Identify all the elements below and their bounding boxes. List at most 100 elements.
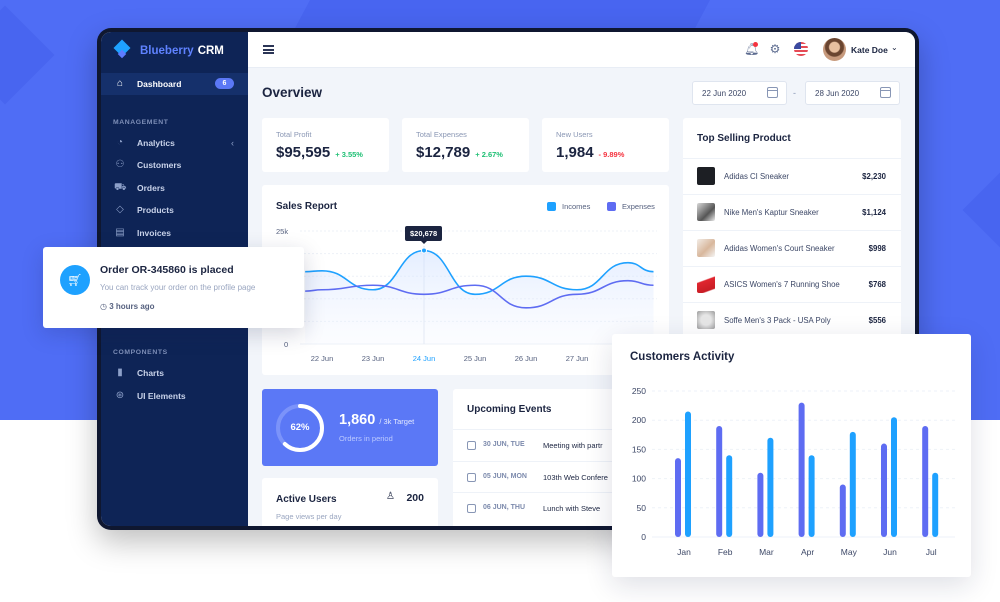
event-name: 103th Web Confere: [543, 473, 608, 482]
bar-jul-b[interactable]: [932, 472, 939, 537]
upcoming-events-title: Upcoming Events: [467, 404, 552, 415]
stat-value: 1,984 - 9.89%: [556, 144, 624, 161]
sidebar-item-label: Charts: [137, 368, 164, 378]
chevron-down-icon[interactable]: ⌄: [891, 43, 898, 52]
chart-tooltip: $20,678: [405, 226, 443, 244]
event-name: Meeting with partr: [543, 441, 603, 450]
calendar-icon[interactable]: [767, 87, 778, 98]
brand-suffix: CRM: [197, 45, 224, 57]
logo[interactable]: Blueberry CRM: [113, 40, 224, 62]
y-tick-label: 25k: [276, 227, 288, 236]
stat-change: + 3.55%: [335, 150, 363, 159]
bar-may-a[interactable]: [839, 484, 846, 537]
sidebar-item-invoices[interactable]: ▤ Invoices: [101, 223, 248, 243]
x-tick-label: Feb: [718, 547, 733, 557]
background-shape: [962, 167, 1000, 253]
date-from-field[interactable]: 22 Jun 2020: [692, 81, 787, 105]
legend-incomes[interactable]: Incomes: [547, 202, 590, 211]
legend-expenses[interactable]: Expenses: [607, 202, 655, 211]
bar-apr-b[interactable]: [808, 455, 815, 537]
stat-number: $12,789: [416, 144, 471, 161]
bar-jan-b[interactable]: [685, 411, 691, 537]
date-from-value: 22 Jun 2020: [702, 89, 747, 98]
sales-report-title: Sales Report: [276, 201, 338, 212]
legend-swatch: [547, 202, 556, 211]
invoice-icon: ▤: [115, 227, 125, 238]
product-name: Nike Men's Kaptur Sneaker: [724, 208, 819, 217]
gear-icon[interactable]: ⚙: [768, 42, 782, 56]
active-users-subtitle: Page views per day: [276, 512, 342, 521]
bar-jun-a[interactable]: [881, 443, 887, 537]
sidebar-item-ui-elements[interactable]: ⊛ UI Elements: [101, 386, 248, 406]
bar-jun-b[interactable]: [891, 417, 897, 537]
x-tick-label: 25 Jun: [464, 354, 487, 363]
active-users-title: Active Users: [276, 494, 337, 505]
sidebar-item-orders[interactable]: ⛟ Orders: [101, 178, 248, 198]
event-row[interactable]: 30 JUN, TUE Meeting with partr: [453, 429, 623, 460]
legend-label: Expenses: [622, 202, 655, 211]
upcoming-events-card: Upcoming Events 30 JUN, TUE Meeting with…: [453, 389, 623, 526]
bar-apr-a[interactable]: [798, 402, 805, 537]
sidebar-item-products[interactable]: ◇ Products: [101, 200, 248, 220]
event-date: 05 JUN, MON: [483, 473, 527, 480]
bar-feb-b[interactable]: [726, 455, 733, 537]
x-tick-label: Jul: [926, 547, 937, 557]
menu-icon[interactable]: [263, 45, 274, 54]
product-thumbnail: [697, 311, 715, 329]
bar-jul-a[interactable]: [922, 426, 929, 537]
product-row[interactable]: Soffe Men's 3 Pack - USA Poly $556: [683, 302, 901, 338]
bar-may-b[interactable]: [849, 431, 856, 537]
product-price: $2,230: [862, 172, 886, 181]
x-tick-label: May: [841, 547, 858, 557]
user-icon: ♙: [386, 491, 395, 502]
bar-mar-b[interactable]: [767, 437, 774, 537]
y-tick-label: 0: [641, 532, 646, 542]
bell-icon[interactable]: 🔔︎: [744, 42, 759, 56]
calendar-icon[interactable]: [880, 87, 891, 98]
product-row[interactable]: Adidas Women's Court Sneaker $998: [683, 230, 901, 266]
avatar[interactable]: [823, 38, 846, 61]
product-row[interactable]: Adidas CI Sneaker $2,230: [683, 158, 901, 194]
y-tick-label: 200: [632, 415, 646, 425]
stat-card-total-expenses: Total Expenses $12,789 + 2.67%: [402, 118, 529, 172]
topbar: 🔔︎ ⚙ Kate Doe ⌄: [248, 32, 915, 68]
product-price: $556: [868, 316, 886, 325]
dashboard-badge: 6: [215, 78, 234, 89]
sidebar-item-analytics[interactable]: ◔ Analytics ‹: [101, 133, 248, 153]
bar-jan-a[interactable]: [675, 458, 681, 537]
sidebar-item-label: UI Elements: [137, 391, 186, 401]
language-flag-icon[interactable]: [794, 42, 808, 56]
sidebar-item-label: Invoices: [137, 228, 172, 238]
y-tick-label: 150: [632, 444, 646, 454]
order-notification-toast[interactable]: 🛒︎ Order OR-345860 is placed You can tra…: [43, 247, 304, 328]
stat-label: New Users: [556, 130, 593, 139]
product-row[interactable]: Nike Men's Kaptur Sneaker $1,124: [683, 194, 901, 230]
stat-number: $95,595: [276, 144, 331, 161]
calendar-icon: [467, 441, 476, 450]
user-name[interactable]: Kate Doe: [851, 45, 888, 55]
product-name: Soffe Men's 3 Pack - USA Poly: [724, 316, 831, 325]
sidebar-item-charts[interactable]: ▮ Charts: [101, 363, 248, 383]
event-date: 30 JUN, TUE: [483, 441, 525, 448]
stat-number: 1,984: [556, 144, 594, 161]
orders-value: 1,860 / 3k Target: [339, 412, 414, 428]
product-row[interactable]: ASICS Women's 7 Running Shoe $768: [683, 266, 901, 302]
date-separator: -: [793, 88, 796, 98]
event-row[interactable]: 05 JUN, MON 103th Web Confere: [453, 461, 623, 492]
active-users-count: 200: [406, 492, 424, 504]
bar-mar-a[interactable]: [757, 472, 764, 537]
y-tick-label: 250: [632, 386, 646, 396]
section-label-management: MANAGEMENT: [113, 119, 169, 126]
highlight-point[interactable]: [421, 247, 427, 254]
date-to-field[interactable]: 28 Jun 2020: [805, 81, 900, 105]
event-row[interactable]: 06 JUN, THU Lunch with Steve: [453, 492, 623, 523]
date-to-value: 28 Jun 2020: [815, 89, 860, 98]
sidebar-item-customers[interactable]: ⚇ Customers: [101, 155, 248, 175]
sidebar-item-label: Customers: [137, 160, 182, 170]
bar-feb-a[interactable]: [716, 426, 723, 537]
legend-label: Incomes: [562, 202, 591, 211]
sidebar-item-dashboard[interactable]: ⌂ Dashboard 6: [101, 73, 248, 95]
top-selling-card: Top Selling Product Adidas CI Sneaker $2…: [683, 118, 901, 338]
product-thumbnail: [697, 203, 715, 221]
stat-value: $95,595 + 3.55%: [276, 144, 363, 161]
